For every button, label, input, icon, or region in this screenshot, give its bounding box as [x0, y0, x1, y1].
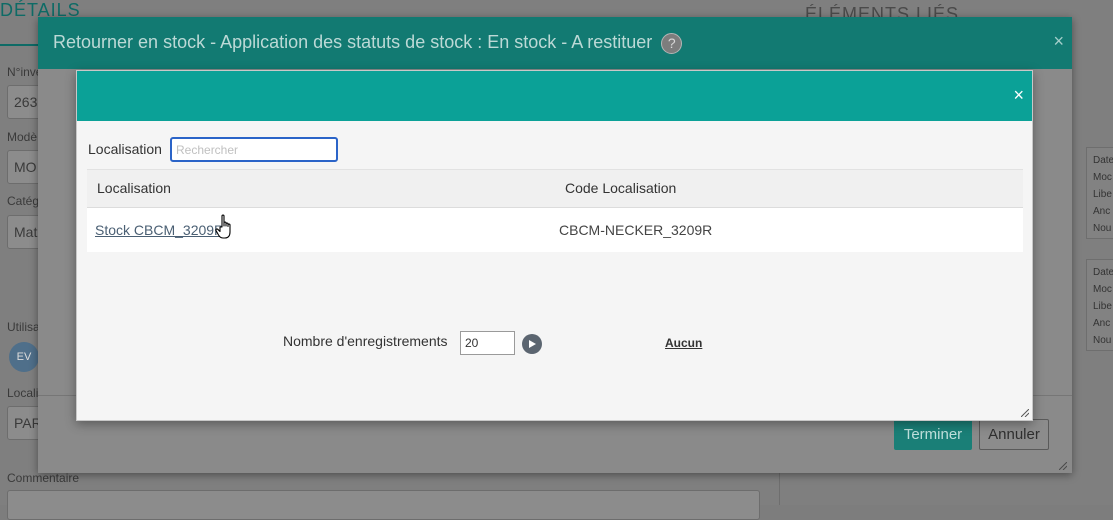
- history-card-line: Nou: [1093, 223, 1112, 234]
- history-card-line: Anc: [1093, 318, 1111, 329]
- comment-field[interactable]: [7, 490, 760, 520]
- category-label: Catég: [7, 194, 40, 208]
- resize-handle-icon[interactable]: [1059, 462, 1067, 470]
- location-grid: Localisation Code Localisation Stock CBC…: [87, 169, 1023, 252]
- history-card-line: Nou: [1093, 335, 1112, 346]
- history-card-line: Date: [1093, 155, 1113, 166]
- help-icon[interactable]: ?: [661, 32, 683, 54]
- close-icon[interactable]: ×: [1053, 31, 1064, 52]
- history-card-2: Date Moc Libe Anc Nou: [1086, 259, 1113, 351]
- avatar: EV: [9, 342, 39, 372]
- dialog-header: Retourner en stock - Application des sta…: [38, 17, 1072, 69]
- dialog-title-text: Retourner en stock - Application des sta…: [53, 32, 653, 53]
- history-card-line: Libe: [1093, 301, 1112, 312]
- records-count-input[interactable]: [460, 331, 515, 355]
- close-icon[interactable]: ×: [1013, 85, 1024, 106]
- history-card-line: Moc: [1093, 284, 1112, 295]
- play-icon[interactable]: [522, 334, 542, 354]
- location-label: Locali: [7, 386, 39, 400]
- location-picker-dialog: × Localisation Localisation Code Localis…: [76, 70, 1033, 421]
- history-card-line: Date: [1093, 267, 1113, 278]
- comment-label: Commentaire: [7, 471, 80, 485]
- history-card-line: Anc: [1093, 206, 1111, 217]
- history-card-line: Libe: [1093, 189, 1112, 200]
- history-card-line: Moc: [1093, 172, 1112, 183]
- terminate-button[interactable]: Terminer: [894, 419, 972, 450]
- play-triangle: [529, 340, 536, 348]
- none-link[interactable]: Aucun: [665, 336, 702, 350]
- location-search-label: Localisation: [88, 141, 162, 157]
- user-label: Utilisa: [7, 320, 40, 334]
- table-row[interactable]: Stock CBCM_3209R CBCM-NECKER_3209R: [87, 208, 1023, 252]
- grid-header: Localisation Code Localisation: [87, 169, 1023, 208]
- hand-cursor-icon: [215, 214, 231, 239]
- resize-handle-icon[interactable]: [1021, 409, 1029, 417]
- dialog-title: Retourner en stock - Application des sta…: [53, 32, 683, 54]
- location-code-cell: CBCM-NECKER_3209R: [559, 222, 713, 238]
- location-link[interactable]: Stock CBCM_3209R: [95, 222, 224, 238]
- records-count-label: Nombre d'enregistrements: [283, 333, 448, 349]
- location-search-input[interactable]: [170, 137, 338, 162]
- model-label: Modè: [7, 130, 38, 144]
- column-header-location-code[interactable]: Code Localisation: [565, 180, 676, 196]
- cancel-button[interactable]: Annuler: [979, 419, 1049, 450]
- history-card-1: Date Moc Libe Anc Nou: [1086, 147, 1113, 239]
- picker-header: ×: [77, 71, 1032, 121]
- column-header-location[interactable]: Localisation: [97, 180, 171, 196]
